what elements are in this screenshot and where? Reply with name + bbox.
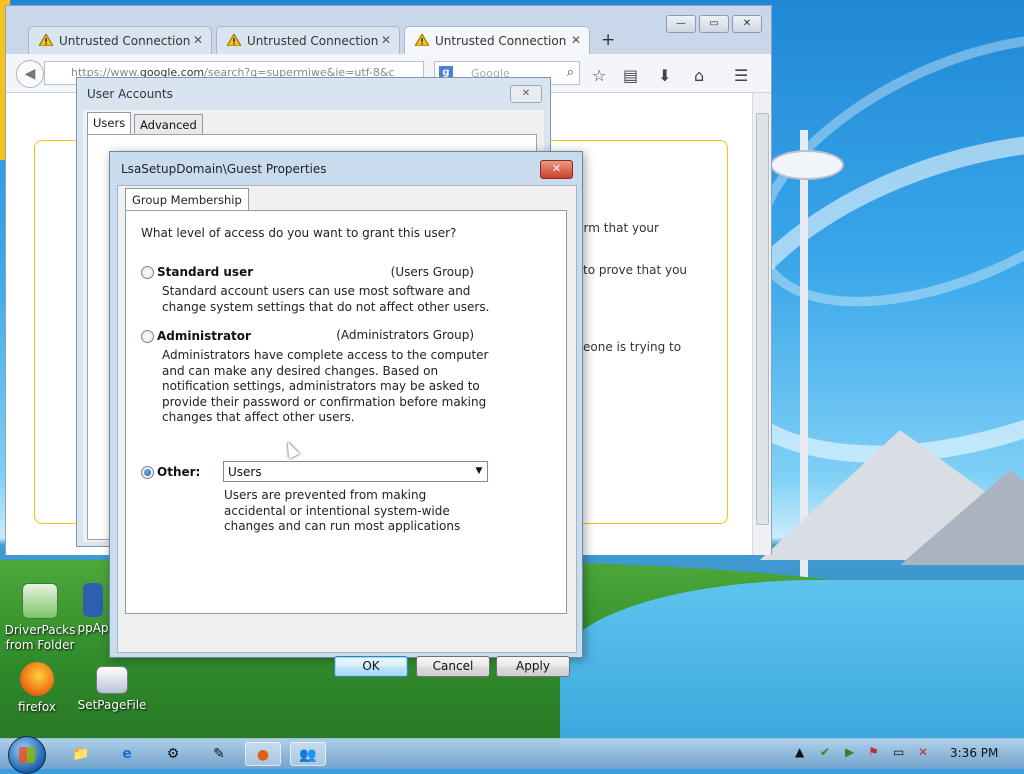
browser-tab-1[interactable]: Untrusted Connection ✕: [28, 26, 212, 56]
desktop-icon-label: DriverPacks from Folder: [4, 623, 76, 652]
start-button[interactable]: [8, 736, 46, 774]
other-radio[interactable]: [141, 466, 154, 479]
new-tab-button[interactable]: +: [601, 30, 615, 50]
back-button[interactable]: ◀: [16, 60, 44, 88]
guest-properties-dialog: LsaSetupDomain\Guest Properties ✕ Group …: [109, 151, 583, 677]
tab-label: Untrusted Connection: [435, 34, 567, 48]
volume-tray-icon[interactable]: ✕: [918, 745, 928, 759]
other-label[interactable]: Other:: [157, 465, 200, 479]
security-tray-icon[interactable]: ✔: [820, 745, 830, 759]
browser-tab-3[interactable]: Untrusted Connection ✕: [404, 26, 590, 56]
browser-tab-2[interactable]: Untrusted Connection ✕: [216, 26, 400, 56]
minimize-button[interactable]: —: [666, 15, 696, 33]
administrator-label[interactable]: Administrator: [157, 329, 251, 343]
flag-tray-icon[interactable]: ⚑: [868, 745, 879, 759]
setpagefile-icon: [96, 666, 128, 694]
page-text-line: firm that your: [576, 221, 659, 235]
tab-close-icon[interactable]: ✕: [381, 33, 391, 47]
tab-strip: Untrusted Connection ✕ Untrusted Connect…: [6, 6, 771, 56]
ie-taskbar-icon[interactable]: e: [109, 742, 145, 766]
scrollbar-thumb[interactable]: [756, 113, 769, 525]
dropdown-arrow-icon[interactable]: ▼: [471, 462, 487, 481]
tab-close-icon[interactable]: ✕: [193, 33, 203, 47]
group-membership-panel: What level of access do you want to gran…: [125, 210, 567, 614]
ok-button[interactable]: OK: [334, 656, 408, 677]
dialog-body: Group Membership What level of access do…: [117, 185, 577, 677]
home-icon[interactable]: ⌂: [694, 66, 704, 85]
vertical-scrollbar[interactable]: [752, 93, 771, 555]
cancel-button[interactable]: Cancel: [416, 656, 490, 677]
warning-icon: [39, 34, 53, 46]
search-icon[interactable]: ⌕: [567, 65, 574, 80]
tab-group-membership[interactable]: Group Membership: [125, 188, 249, 211]
paint-taskbar-icon[interactable]: ✎: [201, 742, 237, 766]
desktop-icon-label: ppAp: [77, 621, 109, 635]
administrator-description: Administrators have complete access to t…: [162, 348, 489, 424]
firefox-taskbar-icon[interactable]: ●: [245, 742, 281, 766]
standard-user-label[interactable]: Standard user: [157, 265, 253, 279]
standard-user-description: Standard account users can use most soft…: [162, 284, 490, 314]
desktop-icon-firefox[interactable]: firefox: [0, 662, 77, 715]
network-taskbar-icon[interactable]: ⚙: [155, 742, 191, 766]
warning-icon: [227, 34, 241, 46]
users-group-label: (Users Group): [390, 265, 474, 279]
standard-user-radio[interactable]: [141, 266, 154, 279]
tab-users[interactable]: Users: [87, 112, 132, 134]
page-text-line: eone is trying to: [583, 340, 682, 354]
administrators-group-label: (Administrators Group): [336, 328, 474, 342]
tab-label: Untrusted Connection: [247, 34, 379, 48]
desktop-icon-label: firefox: [18, 700, 56, 714]
desktop-icon-label: SetPageFile: [77, 698, 147, 712]
window-close-button[interactable]: ✕: [732, 15, 762, 33]
window-title: User Accounts: [87, 87, 173, 101]
menu-icon[interactable]: ☰: [734, 66, 748, 85]
bookmark-star-icon[interactable]: ☆: [592, 66, 606, 85]
close-button[interactable]: ✕: [510, 85, 542, 103]
group-select-value: Users: [228, 465, 262, 479]
firefox-icon: [20, 662, 54, 696]
tray-icon[interactable]: ▲: [795, 745, 804, 759]
clock[interactable]: 3:36 PM: [950, 746, 998, 760]
page-text-line: to prove that you: [583, 263, 688, 277]
group-select[interactable]: Users ▼: [223, 461, 488, 482]
tab-close-icon[interactable]: ✕: [571, 33, 581, 47]
tab-label: Untrusted Connection: [59, 34, 191, 48]
apply-button[interactable]: Apply: [496, 656, 570, 677]
other-description: Users are prevented from making accident…: [224, 488, 461, 533]
explorer-taskbar-icon[interactable]: 📁: [63, 742, 99, 766]
access-question: What level of access do you want to gran…: [141, 226, 457, 240]
media-tray-icon[interactable]: ▶: [845, 745, 854, 759]
driverpacks-icon: [22, 583, 58, 619]
downloads-icon[interactable]: ⬇: [658, 66, 671, 85]
network-tray-icon[interactable]: ▭: [893, 745, 904, 759]
user-accounts-taskbar-icon[interactable]: 👥: [290, 742, 326, 766]
maximize-button[interactable]: ▭: [699, 15, 729, 33]
dialog-close-button[interactable]: ✕: [540, 160, 573, 179]
bookmarks-menu-icon[interactable]: ▤: [623, 66, 638, 85]
taskbar: 📁 e ⚙ ✎ ● 👥 ▲ ✔ ▶ ⚑ ▭ ✕ 3:36 PM: [0, 736, 1024, 774]
tab-advanced[interactable]: Advanced: [134, 114, 203, 134]
dialog-title: LsaSetupDomain\Guest Properties: [121, 162, 327, 176]
administrator-radio[interactable]: [141, 330, 154, 343]
app-icon: [83, 583, 103, 617]
warning-icon: [415, 34, 429, 46]
desktop-icon-setpagefile[interactable]: SetPageFile: [72, 662, 152, 713]
